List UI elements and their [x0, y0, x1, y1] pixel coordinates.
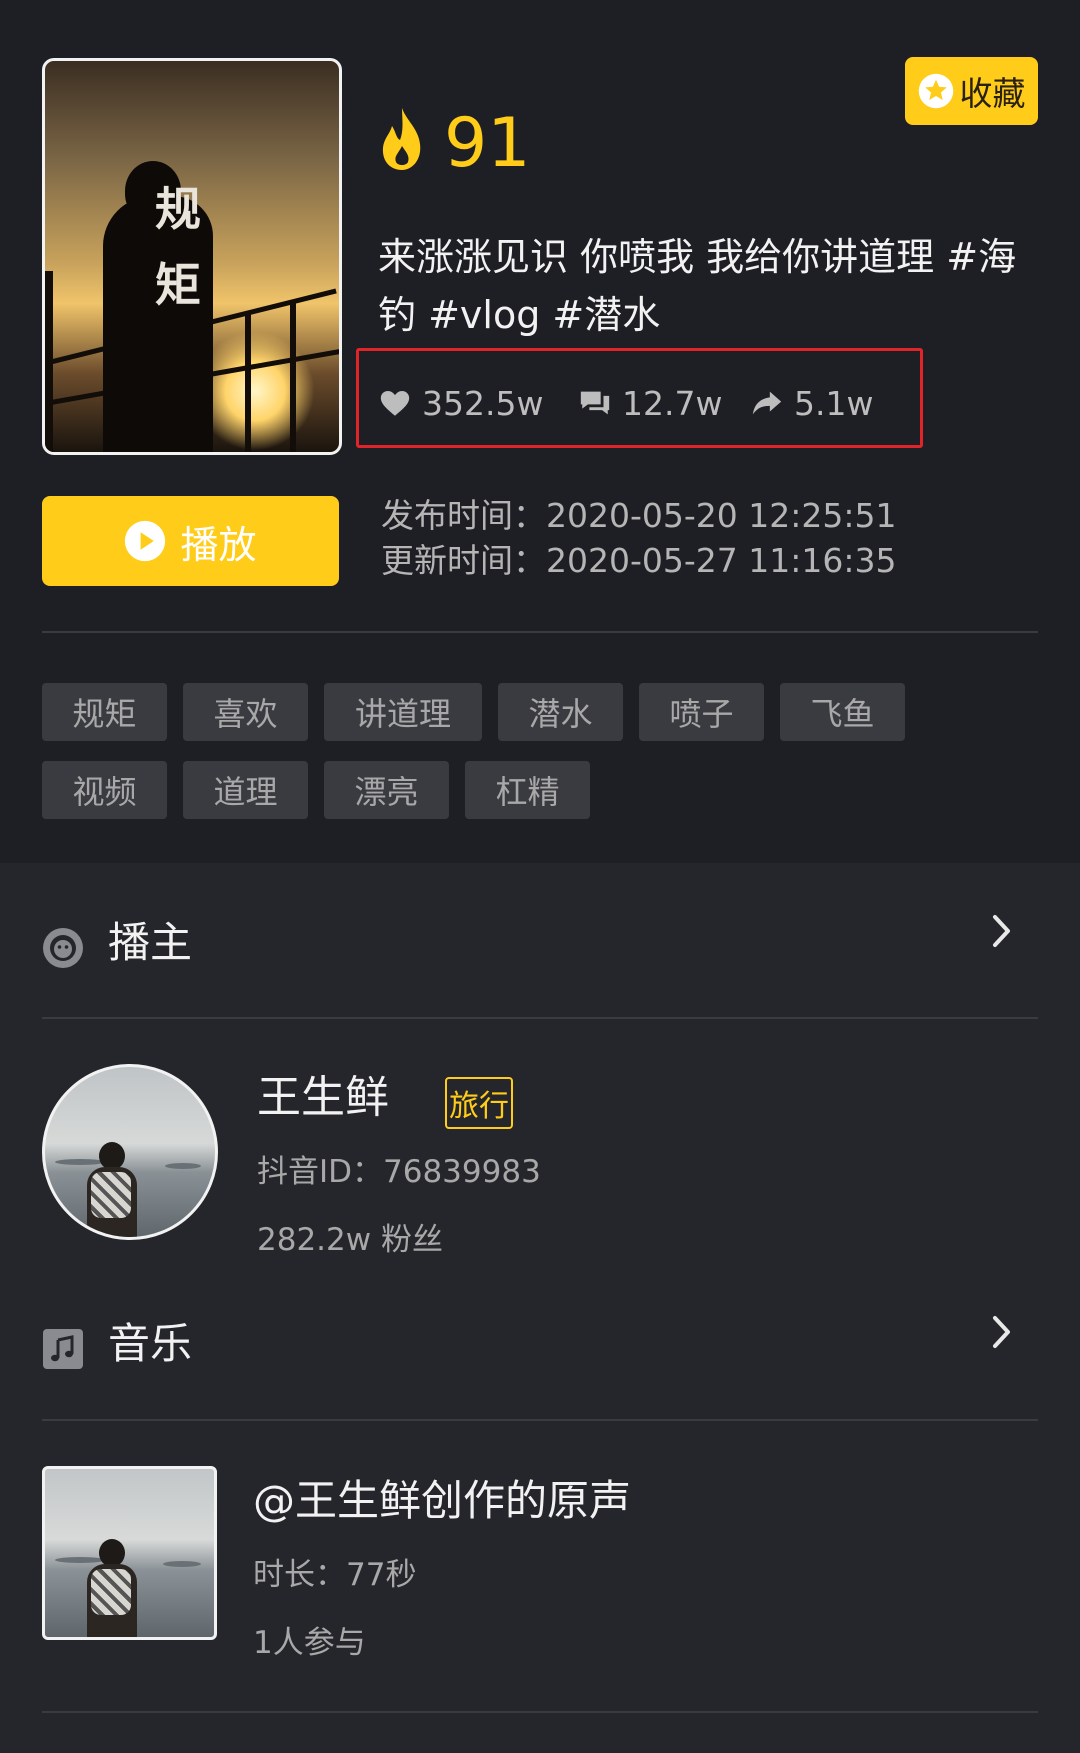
comments-stat: 12.7w	[578, 378, 722, 428]
favorite-button[interactable]: 收藏	[905, 57, 1038, 125]
comments-count: 12.7w	[622, 383, 723, 423]
tag[interactable]: 规矩	[42, 683, 167, 741]
divider	[42, 1017, 1038, 1019]
play-label: 播放	[180, 522, 257, 567]
description-line: 钓 #vlog #潜水	[378, 293, 661, 337]
tag[interactable]: 喷子	[639, 683, 764, 741]
video-description: 来涨涨见识 你喷我 我给你讲道理 #海 钓 #vlog #潜水	[378, 228, 1038, 344]
tag[interactable]: 潜水	[498, 683, 623, 741]
creator-icon	[43, 928, 83, 968]
tag[interactable]: 漂亮	[324, 761, 449, 819]
tag[interactable]: 道理	[183, 761, 308, 819]
hot-score: 91	[444, 104, 531, 183]
tag[interactable]: 杠精	[465, 761, 590, 819]
cover-title-char: 规	[155, 182, 201, 236]
creator-name[interactable]: 王生鲜	[257, 1068, 389, 1128]
fire-icon	[382, 108, 421, 170]
tag[interactable]: 讲道理	[324, 683, 482, 741]
creator-category-badge: 旅行	[445, 1077, 513, 1129]
update-time: 更新时间：2020-05-27 11:16:35	[381, 541, 897, 580]
music-section-title: 音乐	[108, 1319, 193, 1368]
music-duration: 时长：77秒	[253, 1557, 417, 1593]
play-button[interactable]: 播放	[42, 496, 339, 586]
favorite-label: 收藏	[959, 74, 1026, 113]
music-track-title[interactable]: @王生鲜创作的原声	[253, 1472, 631, 1530]
publish-time: 发布时间：2020-05-20 12:25:51	[381, 496, 897, 535]
shares-stat: 5.1w	[750, 378, 873, 428]
creator-avatar[interactable]	[42, 1064, 218, 1240]
play-icon	[125, 520, 166, 562]
chevron-right-icon	[993, 915, 1010, 947]
creator-section-title: 播主	[108, 918, 193, 967]
tag[interactable]: 视频	[42, 761, 167, 819]
divider	[42, 631, 1038, 633]
shares-count: 5.1w	[794, 383, 874, 423]
heart-icon	[380, 390, 410, 416]
video-cover[interactable]: 规 矩	[42, 58, 342, 455]
description-line: 来涨涨见识 你喷我 我给你讲道理 #海	[378, 235, 1017, 279]
cover-title-char: 矩	[155, 258, 201, 312]
music-cover[interactable]	[42, 1466, 217, 1640]
music-participants: 1人参与	[253, 1625, 366, 1661]
comment-icon	[580, 391, 610, 415]
likes-count: 352.5w	[422, 383, 544, 423]
star-icon	[918, 73, 953, 109]
creator-followers: 282.2w 粉丝	[257, 1222, 443, 1258]
tag[interactable]: 喜欢	[183, 683, 308, 741]
chevron-right-icon	[993, 1316, 1010, 1348]
share-icon	[752, 391, 782, 415]
creator-douyin-id: 抖音ID：76839983	[257, 1154, 541, 1190]
likes-stat: 352.5w	[378, 378, 543, 428]
music-icon	[43, 1329, 83, 1369]
divider	[42, 1419, 1038, 1421]
divider	[42, 1711, 1038, 1713]
tag[interactable]: 飞鱼	[780, 683, 905, 741]
